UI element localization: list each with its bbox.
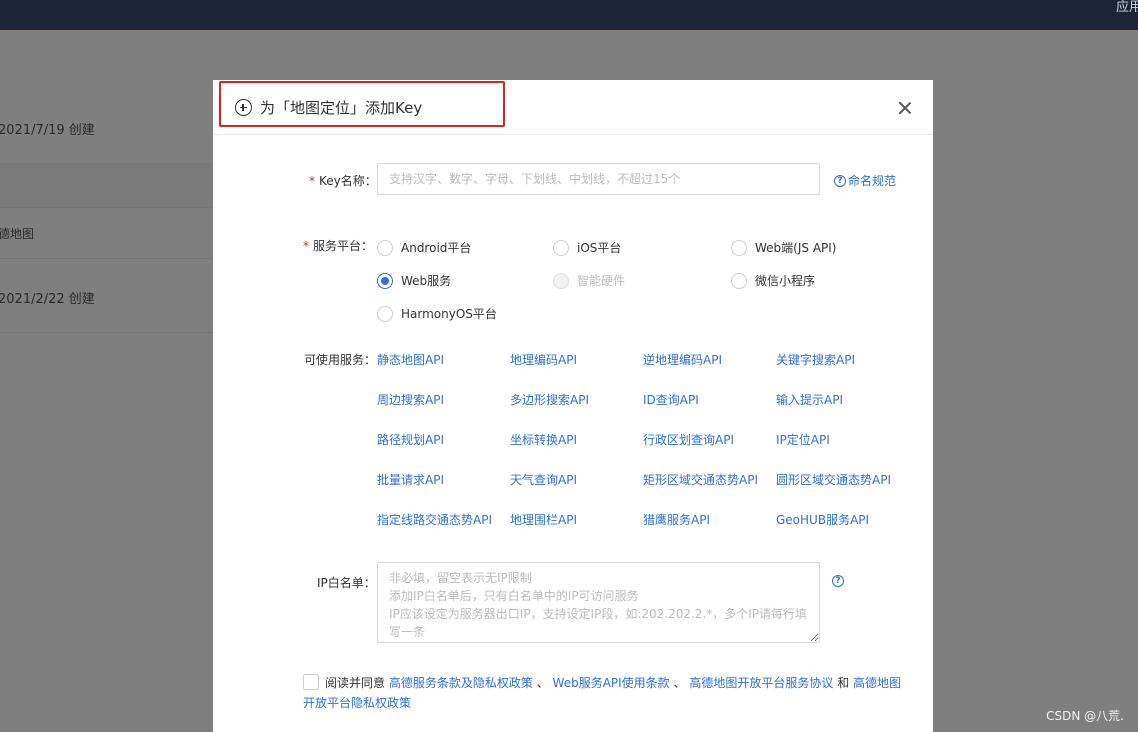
key-name-label: * Key名称： bbox=[309, 172, 377, 189]
csdn-watermark: CSDN @八荒. bbox=[1046, 709, 1124, 723]
bg-divider bbox=[0, 207, 214, 208]
radio-ios[interactable]: iOS平台 bbox=[553, 239, 621, 256]
question-circle-icon: ? bbox=[834, 174, 846, 187]
service-link[interactable]: 周边搜索API bbox=[377, 391, 444, 408]
radio-web-js-api[interactable]: Web端(JS API) bbox=[731, 239, 836, 256]
radio-harmonyos[interactable]: HarmonyOS平台 bbox=[377, 305, 497, 322]
key-name-label-text: Key名称： bbox=[319, 174, 377, 188]
add-key-dialog: 为「地图定位」添加Key *Key名称： ?命名规范 *服务平台： Androi… bbox=[213, 80, 933, 732]
service-link[interactable]: 指定线路交通态势API bbox=[377, 511, 492, 528]
radio-label: Web服务 bbox=[401, 274, 452, 288]
radio-label: HarmonyOS平台 bbox=[401, 307, 497, 321]
agreement-text: 阅读并同意 高德服务条款及隐私权政策 、 Web服务API使用条款 、 高德地图… bbox=[303, 673, 903, 713]
ip-whitelist-textarea[interactable] bbox=[377, 562, 820, 643]
agreement-prefix: 阅读并同意 bbox=[325, 676, 386, 690]
naming-rules-text: 命名规范 bbox=[848, 174, 897, 188]
bg-table-header bbox=[0, 163, 214, 207]
radio-label: 智能硬件 bbox=[577, 274, 626, 288]
bg-divider bbox=[0, 332, 214, 333]
platform-label-text: 服务平台： bbox=[313, 239, 374, 253]
ip-whitelist-label: IP白名单： bbox=[317, 576, 376, 590]
radio-label: Android平台 bbox=[401, 241, 472, 255]
add-circle-icon bbox=[235, 99, 252, 116]
service-link[interactable]: 地理编码API bbox=[510, 351, 577, 368]
platform-label: * 服务平台： bbox=[303, 237, 373, 254]
service-link[interactable]: 关键字搜索API bbox=[776, 351, 855, 368]
question-circle-icon: ? bbox=[832, 575, 844, 587]
agreement-separator: 、 bbox=[673, 676, 686, 690]
required-mark: * bbox=[303, 239, 309, 253]
agreement-separator: 、 bbox=[536, 676, 549, 690]
radio-circle bbox=[731, 239, 747, 256]
service-link[interactable]: 坐标转换API bbox=[510, 431, 577, 448]
service-link[interactable]: ID查询API bbox=[643, 391, 699, 408]
ip-help-icon-wrap[interactable]: ? bbox=[832, 575, 846, 587]
service-link[interactable]: IP定位API bbox=[776, 431, 830, 448]
radio-label: iOS平台 bbox=[577, 241, 622, 255]
service-link[interactable]: GeoHUB服务API bbox=[776, 511, 869, 528]
key-name-input[interactable] bbox=[377, 163, 820, 195]
radio-circle bbox=[553, 272, 569, 289]
service-link[interactable]: 多边形搜索API bbox=[510, 391, 589, 408]
service-link[interactable]: 矩形区域交通态势API bbox=[643, 471, 758, 488]
radio-web-service[interactable]: Web服务 bbox=[377, 272, 451, 289]
radio-circle bbox=[377, 239, 393, 256]
radio-circle bbox=[731, 272, 747, 289]
naming-rules-link[interactable]: ? 命名规范 bbox=[834, 172, 896, 189]
service-link[interactable]: 猎鹰服务API bbox=[643, 511, 710, 528]
required-mark: * bbox=[309, 174, 315, 188]
radio-circle bbox=[377, 305, 393, 322]
service-link[interactable]: 静态地图API bbox=[377, 351, 444, 368]
radio-android[interactable]: Android平台 bbox=[377, 239, 471, 256]
service-link[interactable]: 逆地理编码API bbox=[643, 351, 722, 368]
top-nav-app-link[interactable]: 应用 bbox=[1116, 0, 1138, 15]
service-link[interactable]: 地理围栏API bbox=[510, 511, 577, 528]
top-nav-bar: 应用 bbox=[0, 0, 1138, 30]
terms-privacy-link[interactable]: 高德服务条款及隐私权政策 bbox=[389, 676, 533, 690]
dialog-header: 为「地图定位」添加Key bbox=[213, 80, 933, 135]
service-link[interactable]: 行政区划查询API bbox=[643, 431, 734, 448]
radio-label: Web端(JS API) bbox=[755, 241, 837, 255]
radio-circle bbox=[553, 239, 569, 256]
services-label: 可使用服务： bbox=[304, 353, 377, 367]
web-service-terms-link[interactable]: Web服务API使用条款 bbox=[553, 676, 670, 690]
platform-service-agreement-link[interactable]: 高德地图开放平台服务协议 bbox=[689, 676, 833, 690]
service-link[interactable]: 路径规划API bbox=[377, 431, 444, 448]
service-link[interactable]: 天气查询API bbox=[510, 471, 577, 488]
radio-circle bbox=[377, 272, 393, 289]
bg-app-name: 高德地图 bbox=[0, 227, 35, 241]
bg-created-date-1: 2021/7/19 创建 bbox=[0, 123, 95, 138]
service-link[interactable]: 批量请求API bbox=[377, 471, 444, 488]
radio-label: 微信小程序 bbox=[755, 274, 816, 288]
radio-smart-hardware: 智能硬件 bbox=[553, 272, 625, 289]
close-icon[interactable] bbox=[896, 99, 914, 117]
dialog-title: 为「地图定位」添加Key bbox=[260, 99, 423, 117]
radio-wechat-miniprogram[interactable]: 微信小程序 bbox=[731, 272, 815, 289]
service-link[interactable]: 圆形区域交通态势API bbox=[776, 471, 891, 488]
bg-divider bbox=[0, 258, 214, 259]
bg-created-date-2: 2021/2/22 创建 bbox=[0, 292, 95, 307]
service-link[interactable]: 输入提示API bbox=[776, 391, 843, 408]
agreement-and: 和 bbox=[837, 676, 850, 690]
